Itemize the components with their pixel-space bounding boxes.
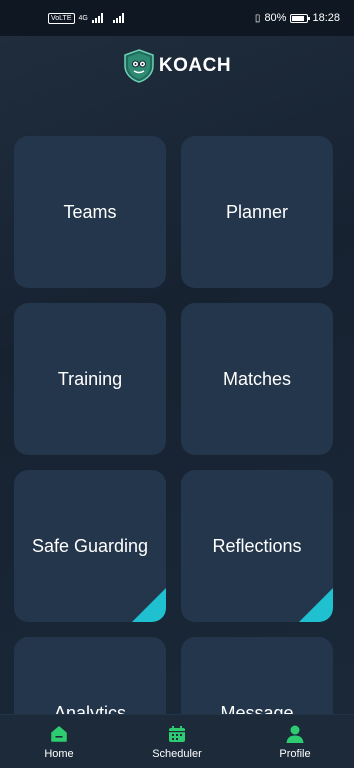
vibrate-icon: ▯ [254,12,261,24]
tile-label: Reflections [212,535,302,556]
tile-label: Message [220,702,294,715]
corner-marker [132,588,166,622]
network-type: 4G [78,14,88,22]
nav-profile-label: Profile [279,747,311,760]
signal-icon-2 [112,13,124,23]
tile-label: Training [57,368,123,389]
main-content: KOACH Teams Planner Training Matches Safe Gu… [0,36,354,714]
signal-icon [91,13,103,23]
calendar-icon [169,725,185,742]
volte-badge: VoLTE [48,12,75,24]
home-icon [51,725,67,742]
tile-planner[interactable]: Planner [181,136,333,288]
user-icon [286,725,304,743]
clock: 18:28 [312,12,340,24]
nav-scheduler[interactable]: Scheduler [127,724,227,760]
tile-label: Planner [225,201,289,222]
battery-percent: 80% [264,12,287,24]
menu-grid: Teams Planner Training Matches Safe Guarding… [14,136,334,714]
status-right: ▯ 80% 18:28 [255,12,340,24]
corner-marker [299,588,333,622]
nav-profile[interactable]: Profile [245,724,345,760]
tile-label: Analytics [53,702,127,715]
status-left: VoLTE 4G [48,12,124,24]
tile-training[interactable]: Training [14,303,166,455]
tile-matches[interactable]: Matches [181,303,333,455]
shield-logo-icon [124,49,154,83]
nav-home[interactable]: Home [9,724,109,760]
tile-analytics[interactable]: Analytics [14,637,166,714]
tile-label: Matches [222,368,292,389]
tile-safe-guarding[interactable]: Safe Guarding [14,470,166,622]
tile-message[interactable]: Message [181,637,333,714]
app-header: KOACH [0,48,354,84]
tile-teams[interactable]: Teams [14,136,166,288]
nav-scheduler-label: Scheduler [152,747,202,760]
tile-label: Teams [63,201,117,222]
app-name: KOACH [158,55,232,76]
bottom-nav: Home Scheduler Profile [0,714,354,768]
nav-home-label: Home [44,747,74,760]
tile-reflections[interactable]: Reflections [181,470,333,622]
battery-icon [290,13,311,23]
status-bar: VoLTE 4G ▯ 80% 18:28 [0,0,354,36]
tile-label: Safe Guarding [31,535,149,556]
